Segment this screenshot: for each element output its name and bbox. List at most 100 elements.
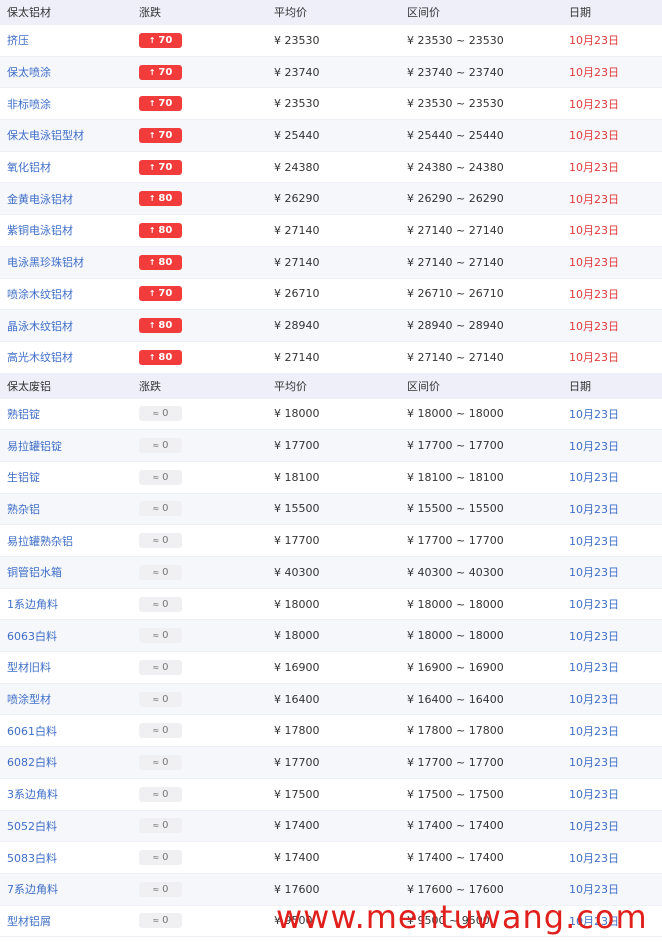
item-name-cell[interactable]: 氧化铝材 xyxy=(0,159,139,175)
item-name-cell[interactable]: 6082白料 xyxy=(0,754,139,770)
change-badge: ↑ 80 xyxy=(139,254,182,270)
item-name-cell[interactable]: 易拉罐熟杂铝 xyxy=(0,533,139,549)
section1-rows: 挤压 ↑ 70 ¥ 23530 ¥ 23530 ~ 23530 10月23日 保太喷涂 ↑ 70… xyxy=(0,25,662,374)
arrow-up-icon: ↑ xyxy=(148,67,156,77)
item-name-cell[interactable]: 紫铜电泳铝材 xyxy=(0,222,139,238)
item-name-link[interactable]: 型材旧料 xyxy=(7,661,51,674)
item-name-link[interactable]: 3系边角料 xyxy=(7,788,58,801)
change-cell: ≈0 xyxy=(139,469,272,485)
change-badge: ≈0 xyxy=(139,628,182,644)
range-price: ¥ 25440 ~ 25440 xyxy=(407,128,504,142)
item-name-cell[interactable]: 3系边角料 xyxy=(0,786,139,802)
range-price: ¥ 17700 ~ 17700 xyxy=(407,534,504,548)
range-price: ¥ 23740 ~ 23740 xyxy=(407,65,504,79)
item-name-link[interactable]: 铜管铝水箱 xyxy=(7,566,62,579)
item-name-link[interactable]: 6061白料 xyxy=(7,725,57,738)
item-name-cell[interactable]: 高光木纹铝材 xyxy=(0,349,139,365)
item-name-link[interactable]: 保太喷涂 xyxy=(7,66,51,79)
item-name-link[interactable]: 易拉罐熟杂铝 xyxy=(7,535,73,548)
item-name-link[interactable]: 6063白料 xyxy=(7,630,57,643)
table-row: 保太喷涂 ↑ 70 ¥ 23740 ¥ 23740 ~ 23740 10月23日 xyxy=(0,56,662,89)
change-value: 0 xyxy=(162,883,169,895)
item-name-link[interactable]: 型材铝屑 xyxy=(7,915,51,928)
item-name-cell[interactable]: 易拉罐铝锭 xyxy=(0,438,139,454)
change-cell: ≈0 xyxy=(139,501,272,517)
change-badge: ≈0 xyxy=(139,406,182,422)
change-value: 70 xyxy=(158,98,173,110)
item-name-link[interactable]: 5052白料 xyxy=(7,820,57,833)
item-name-link[interactable]: 熟杂铝 xyxy=(7,503,40,516)
item-name-cell[interactable]: 5083白料 xyxy=(0,850,139,866)
item-name-cell[interactable]: 保太喷涂 xyxy=(0,64,139,80)
item-name-cell[interactable]: 挤压 xyxy=(0,32,139,48)
item-name-cell[interactable]: 金黄电泳铝材 xyxy=(0,191,139,207)
item-name-link[interactable]: 非标喷涂 xyxy=(7,98,51,111)
item-name-link[interactable]: 1系边角料 xyxy=(7,598,58,611)
table-row: 5083白料 ≈0 ¥ 17400 ¥ 17400 ~ 17400 10月23日 xyxy=(0,842,662,874)
date-value: 10月23日 xyxy=(569,34,619,48)
item-name-link[interactable]: 熟铝锭 xyxy=(7,408,40,421)
approx-icon: ≈ xyxy=(152,504,160,514)
arrow-up-icon: ↑ xyxy=(148,35,156,45)
header-name: 保太废铝 xyxy=(7,379,51,393)
item-name-cell[interactable]: 型材旧料 xyxy=(0,659,139,675)
item-name-cell[interactable]: 1系边角料 xyxy=(0,596,139,612)
item-name-link[interactable]: 紫铜电泳铝材 xyxy=(7,224,73,237)
item-name-link[interactable]: 6082白料 xyxy=(7,756,57,769)
item-name-link[interactable]: 金黄电泳铝材 xyxy=(7,193,73,206)
item-name-link[interactable]: 生铝锭 xyxy=(7,471,40,484)
change-cell: ↑ 80 xyxy=(139,349,272,365)
item-name-cell[interactable]: 电泳黑珍珠铝材 xyxy=(0,254,139,270)
change-cell: ≈0 xyxy=(139,850,272,866)
item-name-cell[interactable]: 非标喷涂 xyxy=(0,96,139,112)
item-name-cell[interactable]: 7系边角料 xyxy=(0,881,139,897)
avg-price: ¥ 18000 xyxy=(274,629,320,643)
change-value: 0 xyxy=(162,756,169,768)
range-price: ¥ 27140 ~ 27140 xyxy=(407,255,504,269)
item-name-link[interactable]: 5083白料 xyxy=(7,852,57,865)
avg-price: ¥ 27140 xyxy=(274,223,320,237)
item-name-cell[interactable]: 保太电泳铝型材 xyxy=(0,127,139,143)
range-price: ¥ 27140 ~ 27140 xyxy=(407,223,504,237)
item-name-cell[interactable]: 型材铝屑 xyxy=(0,913,139,929)
change-cell: ≈0 xyxy=(139,438,272,454)
item-name-cell[interactable]: 6061白料 xyxy=(0,723,139,739)
item-name-link[interactable]: 挤压 xyxy=(7,34,29,47)
item-name-link[interactable]: 喷涂型材 xyxy=(7,693,51,706)
change-cell: ↑ 80 xyxy=(139,222,272,238)
table-row: 铜管铝水箱 ≈0 ¥ 40300 ¥ 40300 ~ 40300 10月23日 xyxy=(0,557,662,589)
approx-icon: ≈ xyxy=(152,472,160,482)
table-row: 喷涂木纹铝材 ↑ 70 ¥ 26710 ¥ 26710 ~ 26710 10月23日 xyxy=(0,279,662,311)
item-name-cell[interactable]: 6063白料 xyxy=(0,628,139,644)
change-cell: ↑ 70 xyxy=(139,286,272,302)
avg-price: ¥ 16400 xyxy=(274,692,320,706)
date-value: 10月23日 xyxy=(569,883,619,897)
change-value: 0 xyxy=(162,693,169,705)
item-name-cell[interactable]: 生铝锭 xyxy=(0,469,139,485)
item-name-link[interactable]: 7系边角料 xyxy=(7,883,58,896)
table-row: 挤压 ↑ 70 ¥ 23530 ¥ 23530 ~ 23530 10月23日 xyxy=(0,25,662,57)
date-value: 10月23日 xyxy=(569,661,619,675)
range-price: ¥ 23530 ~ 23530 xyxy=(407,97,504,111)
item-name-cell[interactable]: 熟铝锭 xyxy=(0,406,139,422)
arrow-up-icon: ↑ xyxy=(148,130,156,140)
change-badge: ≈0 xyxy=(139,818,182,834)
change-value: 0 xyxy=(162,535,169,547)
header-range: 区间价 xyxy=(407,379,440,393)
item-name-link[interactable]: 高光木纹铝材 xyxy=(7,351,73,364)
item-name-link[interactable]: 喷涂木纹铝材 xyxy=(7,288,73,301)
change-badge: ↑ 80 xyxy=(139,222,182,238)
item-name-link[interactable]: 保太电泳铝型材 xyxy=(7,129,84,142)
item-name-cell[interactable]: 5052白料 xyxy=(0,818,139,834)
item-name-cell[interactable]: 喷涂木纹铝材 xyxy=(0,286,139,302)
item-name-cell[interactable]: 熟杂铝 xyxy=(0,501,139,517)
item-name-link[interactable]: 晶泳木纹铝材 xyxy=(7,320,73,333)
item-name-link[interactable]: 氧化铝材 xyxy=(7,161,51,174)
date-value: 10月23日 xyxy=(569,502,619,516)
item-name-link[interactable]: 电泳黑珍珠铝材 xyxy=(7,256,84,269)
item-name-cell[interactable]: 喷涂型材 xyxy=(0,691,139,707)
item-name-cell[interactable]: 晶泳木纹铝材 xyxy=(0,318,139,334)
change-value: 70 xyxy=(158,288,173,300)
item-name-link[interactable]: 易拉罐铝锭 xyxy=(7,440,62,453)
item-name-cell[interactable]: 铜管铝水箱 xyxy=(0,564,139,580)
